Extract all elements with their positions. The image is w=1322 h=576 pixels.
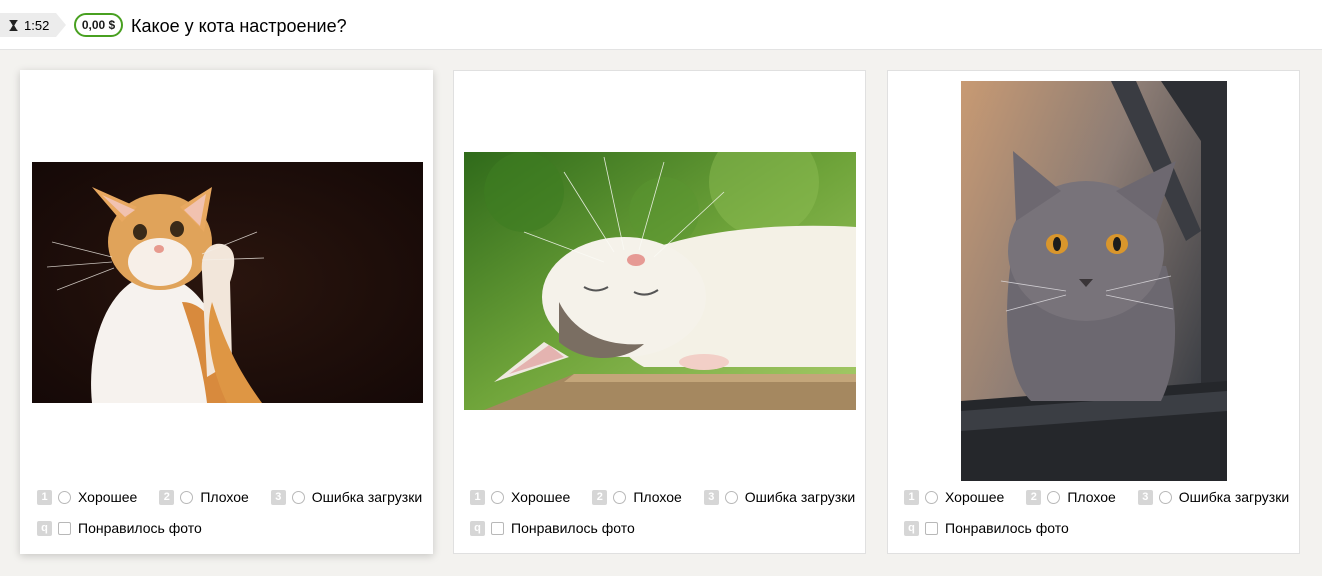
timer: 1:52 — [0, 13, 66, 37]
hotkey-badge: 3 — [270, 489, 286, 505]
hotkey-badge: 3 — [703, 489, 719, 505]
option-label: Ошибка загрузки — [1178, 489, 1290, 505]
timer-value: 1:52 — [24, 17, 50, 33]
task-card-1[interactable]: 1 Хорошее 2 Плохое 3 Ошибка загрузки q П… — [20, 70, 433, 554]
option-load-error[interactable]: 3 Ошибка загрузки — [1137, 489, 1290, 505]
hotkey-badge: q — [470, 520, 485, 536]
sleeping-white-cat-photo — [464, 152, 856, 410]
option-label: Плохое — [633, 489, 682, 505]
option-label: Хорошее — [78, 489, 138, 505]
hotkey-badge: 1 — [904, 489, 919, 505]
hourglass-icon — [9, 19, 18, 31]
option-label: Хорошее — [945, 489, 1005, 505]
task-card-2[interactable]: 1 Хорошее 2 Плохое 3 Ошибка загрузки q П… — [453, 70, 866, 554]
option-bad[interactable]: 2 Плохое — [592, 489, 682, 505]
hotkey-badge: 1 — [470, 489, 485, 505]
option-label: Плохое — [1067, 489, 1116, 505]
radio-load-error[interactable] — [1158, 490, 1172, 504]
hotkey-badge: 2 — [592, 489, 608, 505]
option-label: Понравилось фото — [511, 520, 635, 536]
option-like[interactable]: q Понравилось фото — [37, 520, 202, 536]
option-good[interactable]: 1 Хорошее — [470, 489, 570, 505]
option-bad[interactable]: 2 Плохое — [159, 489, 249, 505]
top-bar: 1:52 0,00 $ Какое у кота настроение? — [0, 0, 1322, 50]
hotkey-badge: q — [904, 520, 919, 536]
like-checkbox[interactable] — [925, 521, 938, 535]
option-label: Ошибка загрузки — [311, 489, 423, 505]
option-label: Плохое — [200, 489, 249, 505]
option-load-error[interactable]: 3 Ошибка загрузки — [703, 489, 856, 505]
mood-options: 1 Хорошее 2 Плохое 3 Ошибка загрузки — [470, 489, 877, 505]
mood-options: 1 Хорошее 2 Плохое 3 Ошибка загрузки — [904, 489, 1311, 505]
mood-options: 1 Хорошее 2 Плохое 3 Ошибка загрузки — [37, 489, 444, 505]
hotkey-badge: 2 — [1026, 489, 1042, 505]
option-like[interactable]: q Понравилось фото — [904, 520, 1069, 536]
page-title: Какое у кота настроение? — [131, 16, 347, 36]
like-checkbox[interactable] — [58, 521, 71, 535]
option-load-error[interactable]: 3 Ошибка загрузки — [270, 489, 423, 505]
option-label: Хорошее — [511, 489, 571, 505]
hotkey-badge: 3 — [1137, 489, 1153, 505]
option-good[interactable]: 1 Хорошее — [37, 489, 137, 505]
like-row: q Понравилось фото — [470, 520, 657, 536]
hotkey-badge: q — [37, 520, 52, 536]
grey-cat-photo — [961, 81, 1227, 481]
option-like[interactable]: q Понравилось фото — [470, 520, 635, 536]
like-row: q Понравилось фото — [37, 520, 224, 536]
like-checkbox[interactable] — [491, 521, 504, 535]
like-row: q Понравилось фото — [904, 520, 1091, 536]
radio-good[interactable] — [491, 490, 504, 504]
radio-load-error[interactable] — [291, 490, 305, 504]
radio-bad[interactable] — [180, 490, 194, 504]
option-good[interactable]: 1 Хорошее — [904, 489, 1004, 505]
radio-good[interactable] — [58, 490, 71, 504]
radio-good[interactable] — [925, 490, 938, 504]
hotkey-badge: 2 — [159, 489, 175, 505]
reward-badge: 0,00 $ — [74, 13, 123, 37]
ginger-cat-photo — [32, 162, 423, 403]
option-label: Понравилось фото — [945, 520, 1069, 536]
radio-load-error[interactable] — [724, 490, 738, 504]
option-label: Ошибка загрузки — [744, 489, 856, 505]
radio-bad[interactable] — [613, 490, 627, 504]
task-card-3[interactable]: 1 Хорошее 2 Плохое 3 Ошибка загрузки q П… — [887, 70, 1300, 554]
option-bad[interactable]: 2 Плохое — [1026, 489, 1116, 505]
option-label: Понравилось фото — [78, 520, 202, 536]
radio-bad[interactable] — [1047, 490, 1061, 504]
hotkey-badge: 1 — [37, 489, 52, 505]
